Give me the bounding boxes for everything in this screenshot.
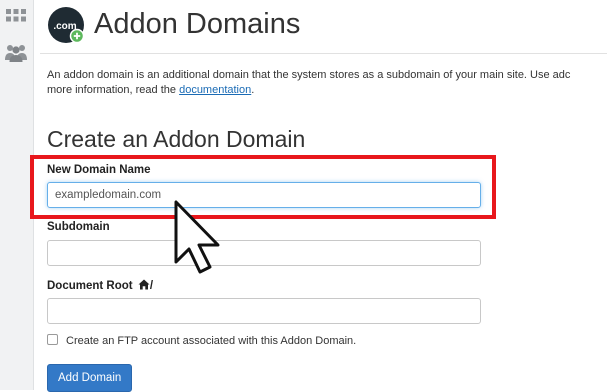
page-description: An addon domain is an additional domain …: [47, 68, 607, 98]
header-divider: [40, 53, 607, 54]
description-suffix: .: [251, 84, 255, 96]
ftp-option[interactable]: Create an FTP account associated with th…: [47, 334, 356, 347]
subdomain-label: Subdomain: [47, 221, 110, 233]
description-line-2: more information, read the documentation…: [47, 83, 607, 98]
ftp-checkbox-label: Create an FTP account associated with th…: [66, 335, 357, 347]
page-title: Addon Domains: [94, 8, 301, 40]
subdomain-input[interactable]: [47, 240, 481, 266]
section-title: Create an Addon Domain: [47, 126, 306, 152]
document-root-label: Document Root /: [47, 279, 153, 293]
highlight-box: [30, 155, 496, 219]
document-root-slash: /: [149, 280, 154, 292]
grid-icon[interactable]: [3, 6, 29, 32]
sidebar: [0, 0, 34, 390]
document-root-input[interactable]: [47, 298, 481, 324]
description-line-1: An addon domain is an additional domain …: [47, 69, 571, 81]
add-domain-button[interactable]: Add Domain: [47, 364, 133, 392]
domain-add-icon: .com: [47, 6, 85, 44]
ftp-checkbox[interactable]: [47, 334, 58, 345]
document-root-label-text: Document Root: [47, 280, 136, 292]
mouse-pointer-icon: [174, 200, 220, 274]
description-prefix: more information, read the: [47, 84, 180, 96]
home-icon: [138, 279, 150, 293]
documentation-link[interactable]: documentation: [179, 84, 251, 96]
users-icon[interactable]: [3, 40, 29, 66]
